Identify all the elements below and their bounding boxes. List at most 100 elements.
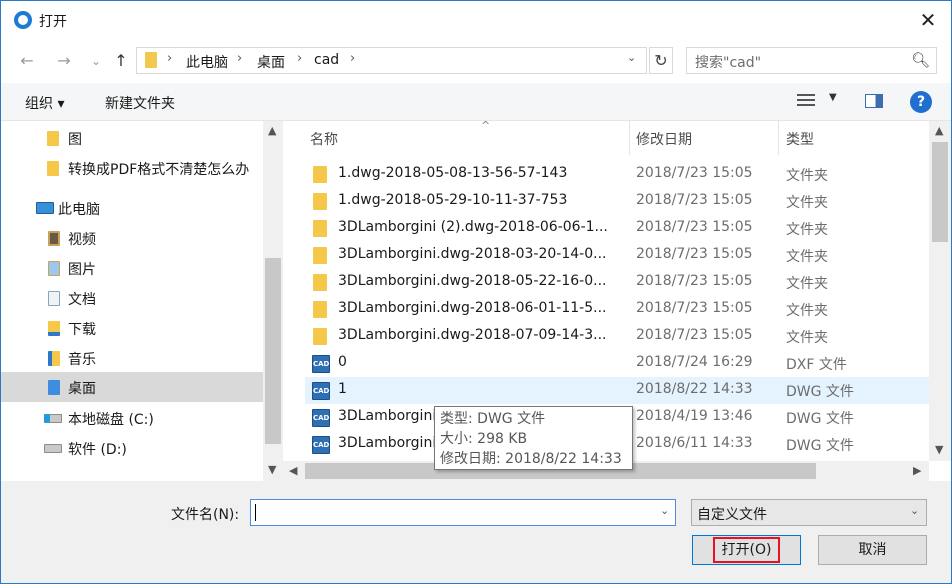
scroll-right-arrow[interactable]: ▶ bbox=[913, 464, 921, 477]
breadcrumb-separator[interactable]: › bbox=[167, 51, 172, 66]
dialog-footer: 文件名(N): ⌄ 自定义文件 ⌄ 打开(O) 取消 bbox=[1, 481, 951, 583]
cad-file-icon: CAD bbox=[312, 409, 330, 427]
file-row-cad[interactable]: CAD 1 2018/8/22 14:33 DWG 文件 bbox=[305, 377, 929, 404]
file-row-folder[interactable]: 3DLamborgini.dwg-2018-06-01-11-5... 2018/… bbox=[305, 296, 929, 323]
scroll-down-arrow[interactable]: ▼ bbox=[935, 443, 943, 456]
file-type-filter[interactable]: 自定义文件 ⌄ bbox=[691, 499, 927, 526]
up-button[interactable]: ↑ bbox=[110, 49, 132, 73]
column-header-type[interactable]: 类型 bbox=[779, 121, 929, 155]
scrollbar-thumb[interactable] bbox=[932, 142, 948, 242]
sidebar-item-label: 下载 bbox=[68, 322, 96, 338]
breadcrumb-separator[interactable]: › bbox=[350, 51, 355, 66]
file-date: 2018/6/11 14:33 bbox=[636, 435, 753, 451]
organize-button[interactable]: 组织 ▾ bbox=[25, 93, 64, 113]
file-name: 3DLamborgini.dwg-2018-07-09-14-3... bbox=[338, 327, 607, 343]
command-toolbar: 组织 ▾ 新建文件夹 ▼ ? bbox=[1, 83, 951, 121]
file-type: 文件夹 bbox=[786, 168, 828, 184]
nav-pane-scrollbar[interactable]: ▲ ▼ bbox=[263, 121, 283, 481]
tooltip-size: 大小: 298 KB bbox=[440, 431, 528, 447]
refresh-button[interactable]: ↻ bbox=[649, 47, 673, 74]
breadcrumb-separator[interactable]: › bbox=[297, 51, 302, 66]
column-date-label: 修改日期 bbox=[636, 132, 692, 148]
view-list-icon[interactable] bbox=[797, 94, 815, 108]
file-type: 文件夹 bbox=[786, 195, 828, 211]
text-caret bbox=[255, 504, 256, 521]
music-icon bbox=[48, 351, 60, 366]
sidebar-item-drive-c[interactable]: 本地磁盘 (C:) bbox=[1, 403, 263, 433]
breadcrumb-this-pc[interactable]: 此电脑 bbox=[186, 52, 228, 72]
sidebar-item-network-partial[interactable] bbox=[1, 473, 263, 481]
column-type-label: 类型 bbox=[786, 132, 814, 148]
file-row-cad[interactable]: CAD 0 2018/7/24 16:29 DXF 文件 bbox=[305, 350, 929, 377]
sidebar-item-tu[interactable]: 图 bbox=[1, 123, 263, 153]
cancel-button[interactable]: 取消 bbox=[818, 535, 927, 565]
file-name: 3DLamborgini.dwg-2018-05-22-16-0... bbox=[338, 273, 607, 289]
file-row-folder[interactable]: 3DLamborgini (2).dwg-2018-06-06-1... 2018… bbox=[305, 215, 929, 242]
filename-dropdown[interactable]: ⌄ bbox=[660, 504, 669, 517]
file-row-folder[interactable]: 3DLamborgini.dwg-2018-07-09-14-3... 2018/… bbox=[305, 323, 929, 350]
sidebar-item-label: 桌面 bbox=[68, 381, 96, 397]
close-button[interactable]: ✕ bbox=[913, 5, 943, 35]
filename-input[interactable]: ⌄ bbox=[250, 499, 676, 526]
breadcrumb-cad[interactable]: cad bbox=[314, 52, 339, 68]
sidebar-item-pictures[interactable]: 图片 bbox=[1, 253, 263, 283]
search-input[interactable]: 搜索"cad" 🔍︎ bbox=[686, 47, 937, 74]
filter-value: 自定义文件 bbox=[697, 507, 767, 523]
sidebar-item-label: 图 bbox=[68, 132, 82, 148]
back-button[interactable]: ← bbox=[16, 49, 38, 73]
breadcrumb-desktop[interactable]: 桌面 bbox=[257, 52, 285, 72]
preview-pane-icon[interactable] bbox=[865, 94, 883, 108]
sidebar-item-desktop[interactable]: 桌面 bbox=[1, 372, 263, 402]
column-header-name[interactable]: 名称 ^ bbox=[305, 121, 629, 155]
drive-d-icon bbox=[44, 444, 62, 453]
file-date: 2018/7/23 15:05 bbox=[636, 219, 753, 235]
sidebar-item-this-pc[interactable]: 此电脑 bbox=[1, 193, 263, 223]
file-name: 3DLamborgini (2).dwg-2018-06-06-1... bbox=[338, 219, 608, 235]
address-bar[interactable]: › 此电脑 › 桌面 › cad › ⌄ bbox=[136, 47, 647, 74]
tooltip-type: 类型: DWG 文件 bbox=[440, 411, 546, 427]
file-date: 2018/4/19 13:46 bbox=[636, 408, 753, 424]
recent-locations-dropdown[interactable]: ⌄ bbox=[85, 49, 107, 73]
new-folder-button[interactable]: 新建文件夹 bbox=[105, 93, 175, 113]
file-row-folder[interactable]: 3DLamborgini.dwg-2018-05-22-16-0... 2018/… bbox=[305, 269, 929, 296]
file-type: 文件夹 bbox=[786, 249, 828, 265]
scroll-left-arrow[interactable]: ◀ bbox=[289, 464, 297, 477]
file-date: 2018/7/23 15:05 bbox=[636, 300, 753, 316]
folder-icon bbox=[313, 247, 327, 264]
sidebar-item-downloads[interactable]: 下载 bbox=[1, 313, 263, 343]
sidebar-item-documents[interactable]: 文档 bbox=[1, 283, 263, 313]
downloads-icon bbox=[48, 321, 60, 336]
open-file-dialog: 打开 ✕ ← → ⌄ ↑ › 此电脑 › 桌面 › cad › ⌄ ↻ 搜索"c… bbox=[0, 0, 952, 584]
sidebar-item-music[interactable]: 音乐 bbox=[1, 343, 263, 373]
file-date: 2018/8/22 14:33 bbox=[636, 381, 753, 397]
file-date: 2018/7/23 15:05 bbox=[636, 192, 753, 208]
drive-c-icon bbox=[44, 414, 62, 423]
desktop-icon bbox=[48, 380, 60, 395]
file-type: 文件夹 bbox=[786, 276, 828, 292]
scroll-up-arrow[interactable]: ▲ bbox=[268, 124, 276, 137]
file-date: 2018/7/23 15:05 bbox=[636, 246, 753, 262]
scrollbar-thumb[interactable] bbox=[265, 258, 281, 444]
file-row-folder[interactable]: 1.dwg-2018-05-29-10-11-37-753 2018/7/23 1… bbox=[305, 188, 929, 215]
column-header-date[interactable]: 修改日期 bbox=[630, 121, 778, 155]
folder-icon bbox=[145, 52, 157, 68]
file-date: 2018/7/23 15:05 bbox=[636, 165, 753, 181]
address-dropdown[interactable]: ⌄ bbox=[627, 51, 636, 64]
breadcrumb-separator[interactable]: › bbox=[237, 51, 242, 66]
file-list-vertical-scrollbar[interactable]: ▲ ▼ bbox=[929, 121, 951, 461]
file-name: 1.dwg-2018-05-08-13-56-57-143 bbox=[338, 165, 568, 181]
file-row-folder[interactable]: 3DLamborgini.dwg-2018-03-20-14-0... 2018/… bbox=[305, 242, 929, 269]
scroll-down-arrow[interactable]: ▼ bbox=[268, 463, 276, 476]
view-dropdown[interactable]: ▼ bbox=[829, 92, 837, 103]
folder-icon bbox=[313, 301, 327, 318]
sidebar-item-pdf-folder[interactable]: 转换成PDF格式不清楚怎么办 bbox=[1, 153, 263, 183]
scroll-up-arrow[interactable]: ▲ bbox=[935, 124, 943, 137]
sidebar-item-drive-d[interactable]: 软件 (D:) bbox=[1, 433, 263, 463]
forward-button[interactable]: → bbox=[53, 49, 75, 73]
file-name: 1 bbox=[338, 381, 347, 397]
navigation-pane: 图 转换成PDF格式不清楚怎么办 此电脑 视频 图片 文档 下载 音乐 桌面 本… bbox=[1, 121, 283, 481]
sidebar-item-videos[interactable]: 视频 bbox=[1, 223, 263, 253]
title-bar: 打开 ✕ bbox=[1, 1, 951, 39]
file-row-folder[interactable]: 1.dwg-2018-05-08-13-56-57-143 2018/7/23 1… bbox=[305, 161, 929, 188]
help-icon[interactable]: ? bbox=[910, 91, 932, 113]
